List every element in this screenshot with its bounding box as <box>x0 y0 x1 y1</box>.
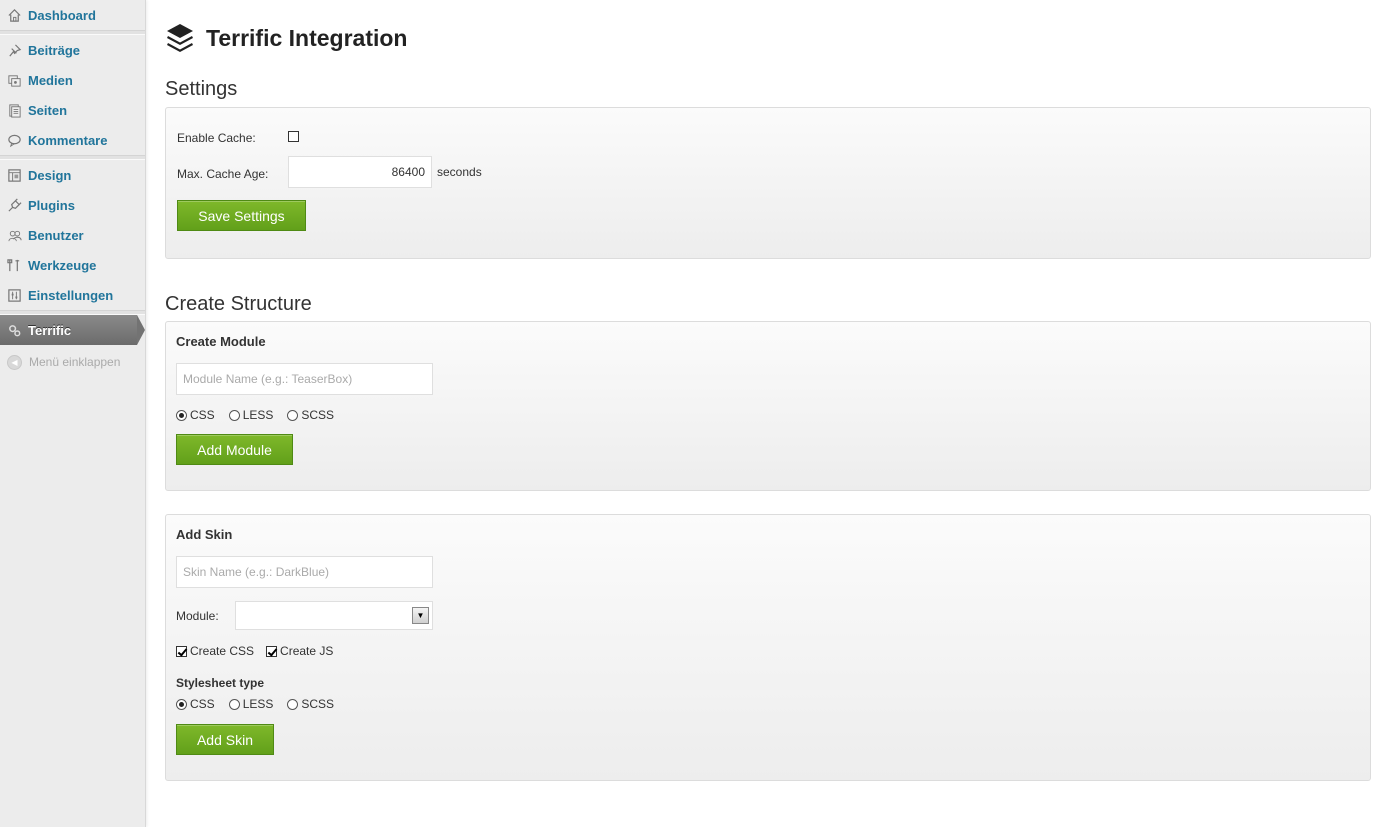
sidebar-item-werkzeuge[interactable]: Werkzeuge <box>0 250 145 280</box>
sidebar-item-kommentare[interactable]: Kommentare <box>0 125 145 155</box>
sidebar-item-label: Terrific <box>28 322 72 338</box>
max-cache-age-unit: seconds <box>437 165 482 179</box>
sidebar-item-label: Einstellungen <box>28 287 114 303</box>
sidebar-item-label: Plugins <box>28 197 75 213</box>
add-module-button[interactable]: Add Module <box>176 434 293 465</box>
sidebar-item-einstellungen[interactable]: Einstellungen <box>0 280 145 310</box>
sidebar-item-medien[interactable]: Medien <box>0 65 145 95</box>
option-label: CSS <box>190 697 215 711</box>
settings-heading: Settings <box>165 78 238 100</box>
save-settings-button[interactable]: Save Settings <box>177 200 306 231</box>
option-label: LESS <box>242 697 274 711</box>
sidebar-item-terrific[interactable]: Terrific <box>0 315 145 345</box>
option-label: SCSS <box>301 408 335 422</box>
collapse-menu-button[interactable]: ◀ Menü einklappen <box>0 349 145 375</box>
pin-icon <box>7 43 22 58</box>
main-content: Terrific Integration Settings Enable Cac… <box>165 0 1371 781</box>
radio-scss[interactable] <box>287 698 299 710</box>
sidebar-item-dashboard[interactable]: Dashboard <box>0 0 145 30</box>
enable-cache-checkbox[interactable] <box>288 130 299 142</box>
skin-style-scss-option[interactable]: SCSS <box>287 697 334 711</box>
create-js-checkbox[interactable] <box>266 645 278 657</box>
sidebar-item-benutzer[interactable]: Benutzer <box>0 220 145 250</box>
users-icon <box>7 228 22 243</box>
create-module-box: Create Module CSS LESS SCSS Add Module <box>165 321 1371 491</box>
option-label: SCSS <box>301 697 335 711</box>
radio-css[interactable] <box>176 409 187 421</box>
skin-style-less-option[interactable]: LESS <box>228 697 274 711</box>
create-js-label: Create JS <box>280 644 334 658</box>
chevron-down-icon: ▼ <box>412 607 429 624</box>
radio-less[interactable] <box>228 698 240 710</box>
create-js-option[interactable]: Create JS <box>266 644 333 658</box>
sidebar-item-label: Kommentare <box>28 132 108 148</box>
gears-icon <box>7 323 22 338</box>
sidebar-item-label: Design <box>28 167 72 183</box>
create-css-checkbox[interactable] <box>176 645 187 657</box>
module-style-scss-option[interactable]: SCSS <box>287 408 334 422</box>
sidebar-item-label: Benutzer <box>28 227 84 243</box>
page-title: Terrific Integration <box>206 24 408 51</box>
module-select[interactable]: ▼ <box>235 601 433 630</box>
tools-icon <box>7 258 22 273</box>
module-name-input[interactable] <box>176 363 433 395</box>
max-cache-age-label: Max. Cache Age: <box>177 166 269 181</box>
radio-less[interactable] <box>228 409 240 421</box>
page-header: Terrific Integration <box>165 17 1371 59</box>
create-css-option[interactable]: Create CSS <box>176 644 254 658</box>
plug-icon <box>7 198 22 213</box>
sidebar-item-label: Dashboard <box>28 7 96 23</box>
enable-cache-label: Enable Cache: <box>177 131 256 145</box>
collapse-menu-label: Menü einklappen <box>29 355 121 369</box>
module-style-css-option[interactable]: CSS <box>176 408 215 422</box>
add-skin-title: Add Skin <box>176 527 233 542</box>
skin-style-css-option[interactable]: CSS <box>176 697 215 711</box>
add-skin-button[interactable]: Add Skin <box>176 724 274 755</box>
admin-sidebar: Dashboard Beiträge Medien Seiten Komment… <box>0 0 146 827</box>
design-icon <box>7 168 22 183</box>
option-label: CSS <box>190 408 215 422</box>
create-structure-heading: Create Structure <box>165 293 312 315</box>
sidebar-item-label: Werkzeuge <box>28 257 97 273</box>
media-icon <box>7 73 22 88</box>
collapse-arrow-icon: ◀ <box>7 354 22 370</box>
comment-icon <box>7 133 22 148</box>
sidebar-item-beitraege[interactable]: Beiträge <box>0 35 145 65</box>
radio-css[interactable] <box>176 698 187 710</box>
stylesheet-type-label: Stylesheet type <box>176 676 265 690</box>
sidebar-item-label: Seiten <box>28 102 68 118</box>
layers-icon <box>167 24 193 52</box>
module-select-label: Module: <box>176 608 219 623</box>
sidebar-item-design[interactable]: Design <box>0 160 145 190</box>
sidebar-item-plugins[interactable]: Plugins <box>0 190 145 220</box>
sidebar-item-label: Medien <box>28 72 73 88</box>
home-icon <box>7 8 22 23</box>
radio-scss[interactable] <box>287 409 299 421</box>
sidebar-item-seiten[interactable]: Seiten <box>0 95 145 125</box>
create-css-label: Create CSS <box>190 644 255 658</box>
max-cache-age-input[interactable] <box>288 156 432 188</box>
settings-icon <box>7 288 22 303</box>
create-module-title: Create Module <box>176 334 266 349</box>
skin-name-input[interactable] <box>176 556 433 588</box>
sidebar-item-label: Beiträge <box>28 42 81 58</box>
module-style-less-option[interactable]: LESS <box>228 408 274 422</box>
settings-box: Enable Cache: Max. Cache Age: seconds Sa… <box>165 107 1371 259</box>
add-skin-box: Add Skin Module: ▼ Create CSS Create JS … <box>165 514 1371 781</box>
option-label: LESS <box>242 408 274 422</box>
pages-icon <box>7 103 22 118</box>
